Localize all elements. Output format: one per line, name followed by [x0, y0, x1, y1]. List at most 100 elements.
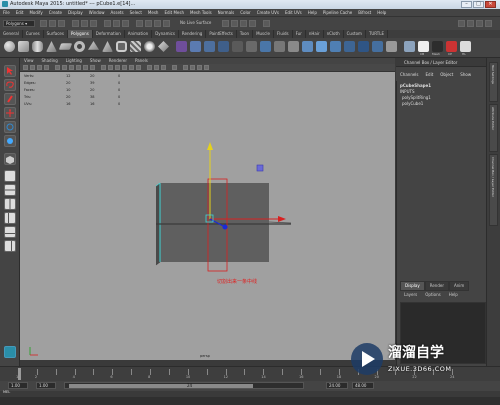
menu-create-uvs[interactable]: Create UVs — [254, 9, 282, 15]
shelf-tab-fluids[interactable]: Fluids — [274, 30, 293, 38]
menu-assets[interactable]: Assets — [108, 9, 127, 15]
fill-hole-icon[interactable] — [274, 41, 285, 52]
smooth-icon[interactable] — [246, 41, 257, 52]
cb-icon[interactable] — [418, 41, 429, 52]
show-tool-settings-icon[interactable] — [476, 20, 483, 27]
cb-menu-show[interactable]: Show — [456, 67, 474, 77]
shelf-tab-ncloth[interactable]: nCloth — [324, 30, 344, 38]
safe-action-icon[interactable] — [90, 65, 95, 70]
menu-help[interactable]: Help — [374, 9, 389, 15]
snap-grid-icon[interactable] — [136, 20, 143, 27]
close-button[interactable]: ✕ — [485, 1, 496, 8]
playback-end-field[interactable]: 24.00 — [326, 382, 348, 389]
cb-menu-channels[interactable]: Channels — [396, 67, 422, 77]
menu-color[interactable]: Color — [237, 9, 253, 15]
menu-edit-uvs[interactable]: Edit UVs — [282, 9, 305, 15]
poly-cylinder-icon[interactable] — [32, 41, 43, 52]
ambient-occlusion-icon[interactable] — [183, 65, 188, 70]
side-tab-attribute-editor[interactable]: Attribute Editor — [489, 104, 498, 152]
offset-edge-loop-icon[interactable] — [372, 41, 383, 52]
layout-single-icon[interactable] — [4, 170, 16, 182]
layer-tab-anim[interactable]: Anim — [449, 281, 470, 291]
menu-mesh[interactable]: Mesh — [145, 9, 162, 15]
shelf-tab-turtle[interactable]: TURTLE — [366, 30, 388, 38]
viewport-menu-panels[interactable]: Panels — [131, 58, 152, 63]
shelf-tab-muscle[interactable]: Muscle — [253, 30, 274, 38]
save-scene-icon[interactable] — [58, 20, 65, 27]
layout-outliner-icon[interactable] — [4, 212, 16, 224]
viewport-menu-renderer[interactable]: Renderer — [105, 58, 131, 63]
cb-menu-edit[interactable]: Edit — [422, 67, 437, 77]
render-frame-icon[interactable] — [222, 20, 229, 27]
menu-file[interactable]: File — [0, 9, 13, 15]
snap-point-icon[interactable] — [154, 20, 161, 27]
select-tool-icon[interactable] — [4, 65, 16, 77]
scene-canvas[interactable] — [20, 72, 395, 360]
camera-select-icon[interactable] — [23, 65, 28, 70]
playback-start-field[interactable]: 1.00 — [36, 382, 56, 389]
viewport-menu-view[interactable]: View — [20, 58, 38, 63]
smooth-shade-icon[interactable] — [108, 65, 113, 70]
shelf-tab-fur[interactable]: Fur — [293, 30, 306, 38]
menu-edit-mesh[interactable]: Edit Mesh — [161, 9, 187, 15]
film-gate-icon[interactable] — [62, 65, 67, 70]
menu-pipeline-cache[interactable]: Pipeline Cache — [320, 9, 355, 15]
menu-bifrost[interactable]: Bifrost — [355, 9, 374, 15]
minimize-button[interactable]: – — [461, 1, 472, 8]
select-hierarchy-icon[interactable] — [72, 20, 79, 27]
layer-menu-help[interactable]: Help — [445, 291, 462, 297]
poly-pipe-icon[interactable] — [116, 41, 127, 52]
bridge-icon[interactable] — [330, 41, 341, 52]
pick-face-icon[interactable] — [122, 20, 129, 27]
shelf-tab-polygons[interactable]: Polygons — [67, 30, 93, 38]
select-component-icon[interactable] — [90, 20, 97, 27]
menu-modify[interactable]: Modify — [26, 9, 45, 15]
grid-toggle-icon[interactable] — [55, 65, 60, 70]
cb-menu-object[interactable]: Object — [436, 67, 456, 77]
menu-mesh-tools[interactable]: Mesh Tools — [187, 9, 215, 15]
shadows-icon[interactable] — [136, 65, 141, 70]
poly-torus-icon[interactable] — [74, 41, 85, 52]
perspective-viewport[interactable]: Verts: 12 20 0 Edges: 20 39 0 Faces: 10 … — [20, 72, 395, 360]
poly-soccer-ball-icon[interactable] — [144, 41, 155, 52]
input-line-icon[interactable] — [263, 20, 270, 27]
side-tab-channel-box[interactable]: Channel Box / Layer Editor — [489, 154, 498, 226]
use-all-lights-icon[interactable] — [129, 65, 134, 70]
select-object-icon[interactable] — [81, 20, 88, 27]
bookmark-icon[interactable] — [37, 65, 42, 70]
separate-icon[interactable] — [190, 41, 201, 52]
menu-edit[interactable]: Edit — [13, 9, 27, 15]
layer-menu-options[interactable]: Options — [421, 291, 444, 297]
layout-graph-icon[interactable] — [4, 226, 16, 238]
boolean-union-icon[interactable] — [218, 41, 229, 52]
new-scene-icon[interactable] — [40, 20, 47, 27]
reduce-icon[interactable] — [288, 41, 299, 52]
layer-menu-layers[interactable]: Layers — [400, 291, 421, 297]
range-slider-handle[interactable] — [69, 384, 253, 388]
wireframe-icon[interactable] — [101, 65, 106, 70]
depth-of-field-icon[interactable] — [204, 65, 209, 70]
menu-select[interactable]: Select — [127, 9, 145, 15]
layout-four-icon[interactable] — [4, 184, 16, 196]
layout-hypershade-icon[interactable] — [4, 240, 16, 252]
layer-tab-render[interactable]: Render — [424, 281, 449, 291]
image-plane-icon[interactable] — [44, 65, 49, 70]
snap-curve-icon[interactable] — [145, 20, 152, 27]
shelf-tab-deformation[interactable]: Deformation — [93, 30, 125, 38]
show-channel-box-icon[interactable] — [485, 20, 492, 27]
rotate-tool-icon[interactable] — [4, 121, 16, 133]
move-tool-icon[interactable] — [4, 107, 16, 119]
camera-attributes-icon[interactable] — [30, 65, 35, 70]
average-vertices-icon[interactable] — [260, 41, 271, 52]
shelf-tab-rendering[interactable]: Rendering — [179, 30, 207, 38]
shelf-tab-curves[interactable]: Curves — [23, 30, 44, 38]
xray-joints-icon[interactable] — [154, 65, 159, 70]
ipr-render-icon[interactable] — [231, 20, 238, 27]
resolution-gate-icon[interactable] — [69, 65, 74, 70]
poly-helix-icon[interactable] — [130, 41, 141, 52]
xray-components-icon[interactable] — [161, 65, 166, 70]
poly-pyramid-icon[interactable] — [102, 41, 113, 52]
side-tab-tool-settings[interactable]: Tool Settings — [489, 62, 498, 102]
shelf-tab-dynamics[interactable]: Dynamics — [152, 30, 179, 38]
render-settings-icon[interactable] — [240, 20, 247, 27]
